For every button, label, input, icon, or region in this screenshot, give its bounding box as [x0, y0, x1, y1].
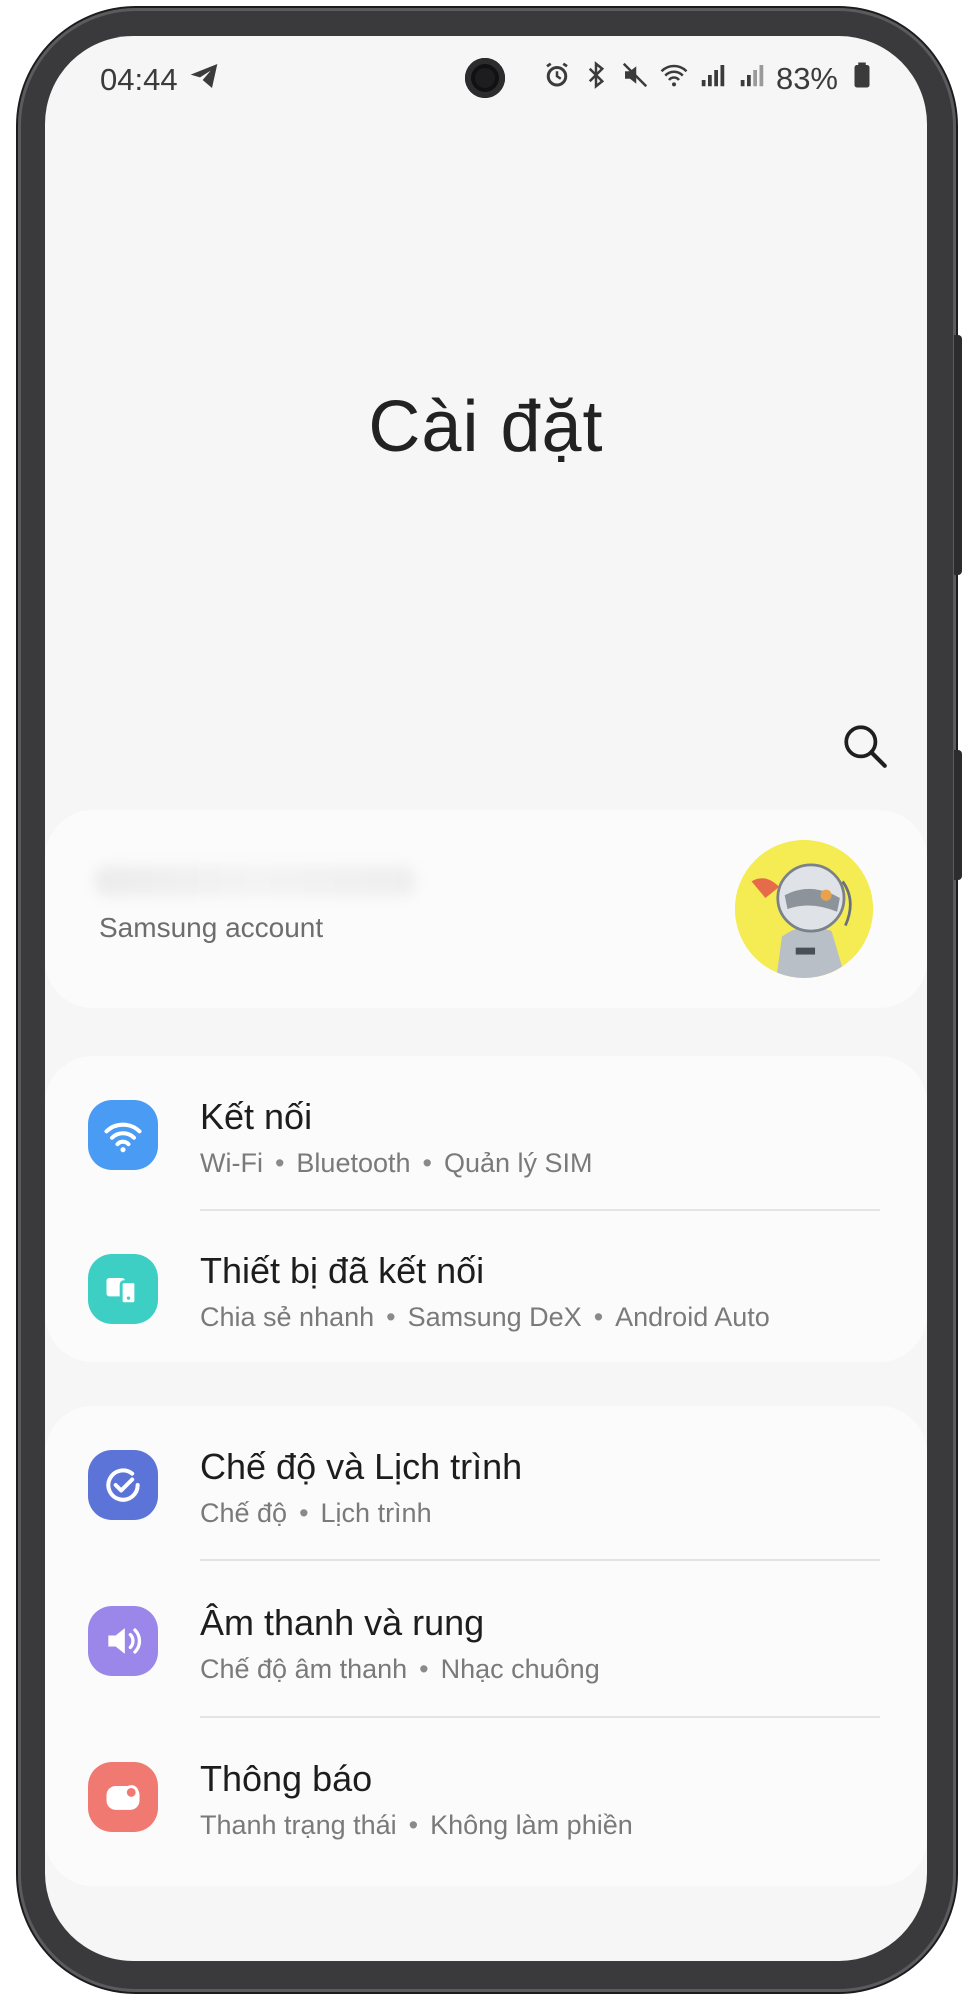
- status-bar: 04:44 83%: [45, 36, 927, 126]
- power-button: [954, 750, 962, 880]
- sub-item: Chế độ: [200, 1498, 288, 1528]
- sub-item: Chế độ âm thanh: [200, 1654, 408, 1684]
- settings-item-subtitle: Thanh trạng thái • Không làm phiền: [200, 1810, 633, 1840]
- sub-item: Android Auto: [615, 1302, 770, 1332]
- modes-check-icon: [88, 1450, 158, 1520]
- samsung-account-card[interactable]: Samsung account: [45, 810, 927, 1008]
- sub-item: Lịch trình: [320, 1498, 432, 1528]
- mute-icon: [620, 60, 650, 98]
- settings-item-subtitle: Chế độ âm thanh • Nhạc chuông: [200, 1654, 600, 1684]
- notification-icon: [88, 1762, 158, 1832]
- sub-item: Thanh trạng thái: [200, 1810, 397, 1840]
- settings-group-2: Chế độ và Lịch trình Chế độ • Lịch trình Â…: [45, 1406, 927, 1886]
- connected-devices-icon: [88, 1254, 158, 1324]
- divider: [200, 1559, 880, 1561]
- status-icons: 83%: [542, 60, 877, 98]
- front-camera: [465, 58, 505, 98]
- volume-button: [954, 335, 962, 575]
- wifi-icon: [659, 60, 689, 98]
- signal-icon: [698, 60, 728, 98]
- speaker-icon: [88, 1606, 158, 1676]
- sub-item: Bluetooth: [296, 1148, 411, 1178]
- wifi-icon: [88, 1100, 158, 1170]
- account-label: Samsung account: [99, 912, 324, 943]
- settings-item-subtitle: Chia sẻ nhanh • Samsung DeX • Android Auto: [200, 1302, 770, 1332]
- sub-item: Không làm phiền: [430, 1810, 633, 1840]
- time-group: 04:44: [100, 60, 220, 100]
- settings-item-title: Thông báo: [200, 1758, 373, 1799]
- page-title: Cài đặt: [368, 387, 604, 467]
- search-button[interactable]: [840, 721, 890, 771]
- account-name-blurred: [95, 866, 415, 896]
- settings-item-title: Âm thanh và rung: [200, 1602, 485, 1643]
- battery-icon: [847, 60, 877, 98]
- sub-item: Chia sẻ nhanh: [200, 1302, 375, 1332]
- settings-item-title: Kết nối: [200, 1096, 313, 1137]
- status-time: 04:44: [100, 62, 178, 97]
- settings-group-1: Kết nối Wi-Fi • Bluetooth • Quản lý SIM Thiế…: [45, 1056, 927, 1362]
- avatar[interactable]: [735, 840, 873, 978]
- alarm-icon: [542, 60, 572, 98]
- settings-item-sounds-vibration[interactable]: Âm thanh và rung Chế độ âm thanh • Nhạc ch…: [45, 1562, 927, 1716]
- signal-icon: [737, 60, 767, 98]
- settings-item-connections[interactable]: Kết nối Wi-Fi • Bluetooth • Quản lý SIM: [45, 1056, 927, 1210]
- settings-item-subtitle: Wi-Fi • Bluetooth • Quản lý SIM: [200, 1148, 593, 1178]
- battery-percent: 83%: [775, 61, 838, 96]
- settings-item-title: Thiết bị đã kết nối: [200, 1250, 485, 1291]
- sub-item: Nhạc chuông: [440, 1654, 600, 1684]
- settings-item-notifications[interactable]: Thông báo Thanh trạng thái • Không làm phi…: [45, 1718, 927, 1872]
- telegram-icon: [188, 60, 220, 100]
- sub-item: Samsung DeX: [407, 1302, 582, 1332]
- sub-item: Wi-Fi: [200, 1148, 263, 1178]
- search-icon[interactable]: [840, 721, 890, 771]
- settings-item-modes-routines[interactable]: Chế độ và Lịch trình Chế độ • Lịch trình: [45, 1406, 927, 1560]
- settings-item-connected-devices[interactable]: Thiết bị đã kết nối Chia sẻ nhanh • Samsun…: [45, 1210, 927, 1364]
- settings-item-subtitle: Chế độ • Lịch trình: [200, 1498, 432, 1528]
- screen: 04:44 83% Cài đặt Samsung account Kết nố…: [45, 36, 927, 1961]
- settings-item-title: Chế độ và Lịch trình: [200, 1446, 523, 1487]
- bluetooth-icon: [581, 60, 611, 98]
- sub-item: Quản lý SIM: [443, 1148, 593, 1178]
